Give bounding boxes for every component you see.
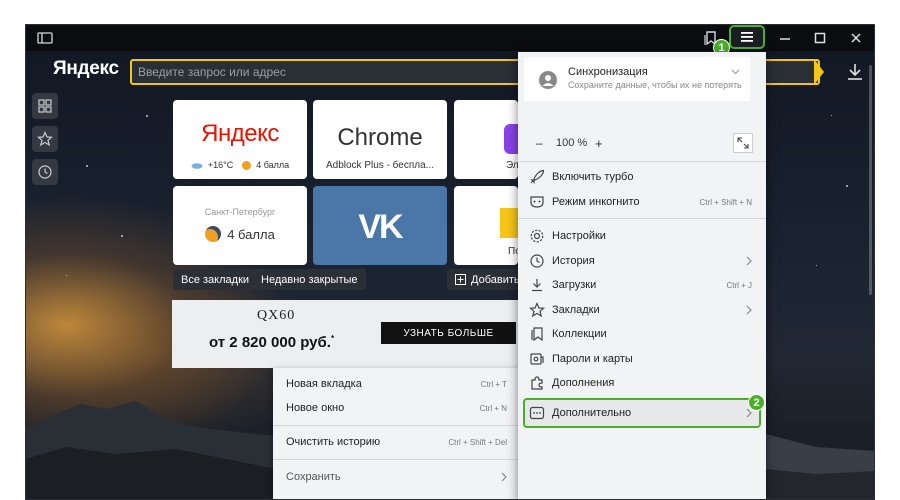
menu-incognito[interactable]: Режим инкогнито Ctrl + Shift + N (518, 190, 766, 214)
sidebar-tiles-button[interactable] (32, 93, 58, 119)
menu-downloads[interactable]: Загрузки Ctrl + J (518, 273, 766, 297)
hamburger-icon (741, 32, 753, 42)
grid-icon (38, 99, 52, 113)
add-tile-label: Добавить (471, 273, 520, 286)
zoom-value: 100 % (556, 137, 588, 149)
key-icon (530, 353, 544, 365)
minimize-button[interactable] (768, 25, 802, 51)
tile-yandex-score: 4 балла (256, 160, 290, 170)
gear-icon (530, 229, 544, 243)
sidebar-history-button[interactable] (32, 159, 58, 185)
tile-chrome-subtitle: Adblock Plus - бесплa... (325, 160, 435, 171)
tile-weather-spb[interactable]: Санкт-Петербург 4 балла (173, 186, 307, 265)
clock-icon (530, 254, 544, 268)
menu-passwords[interactable]: Пароли и карты (518, 347, 766, 371)
chevron-down-icon[interactable] (731, 67, 740, 76)
star-icon (529, 302, 545, 318)
vk-logo: VK (358, 208, 403, 246)
yandex-logo[interactable]: Яндекс (53, 58, 119, 80)
menu-extensions[interactable]: Дополнения (518, 371, 766, 395)
title-bar: 1 (26, 25, 874, 56)
menu-more[interactable]: Дополнительно (518, 401, 766, 425)
menu-history[interactable]: История (518, 249, 766, 273)
ctx-save[interactable]: Сохранить (273, 465, 521, 489)
menu-turbo[interactable]: Включить турбо (518, 165, 766, 189)
clock-icon (38, 165, 52, 179)
add-tile-chip[interactable]: Добавить (447, 269, 528, 290)
fullscreen-button[interactable] (733, 133, 753, 153)
chevron-right-icon (746, 256, 752, 266)
menu-collections[interactable]: Коллекции (518, 322, 766, 346)
mask-icon (530, 196, 544, 208)
traffic-icon (242, 160, 252, 170)
app-logo-icon (504, 124, 518, 154)
avatar-icon (539, 71, 557, 89)
ad-price-mark: * (330, 334, 335, 343)
service-logo-icon (500, 208, 518, 238)
sync-subtitle: Сохраните данные, чтобы их не потерять (568, 80, 742, 90)
plus-box-icon (455, 274, 466, 285)
step-badge-two: 2 (748, 394, 765, 411)
browser-window: 1 Яндекс Яндекс +16°C 4 балла (25, 24, 875, 500)
tile-partial-bottom[interactable]: По (454, 186, 518, 265)
puzzle-icon (531, 376, 543, 390)
sidebar-toggle-icon[interactable] (28, 25, 62, 51)
chevron-right-icon (501, 472, 507, 482)
fullscreen-icon (737, 137, 749, 149)
chevron-right-icon (746, 305, 752, 315)
sidebar-bookmarks-button[interactable] (32, 126, 58, 152)
menu-bookmarks[interactable]: Закладки (518, 298, 766, 322)
scrollbar[interactable] (869, 65, 872, 295)
ad-cta-button[interactable]: УЗНАТЬ БОЛЬШЕ (381, 322, 516, 344)
ad-price: от 2 820 000 руб. (209, 334, 331, 351)
tile-chrome[interactable]: Chrome Adblock Plus - бесплa... (313, 100, 447, 179)
tile-chrome-title: Chrome (337, 124, 423, 151)
tile-yandex-temp: +16°C (207, 160, 234, 170)
ctx-new-tab[interactable]: Новая вкладка Ctrl + T (273, 372, 521, 396)
sync-title: Синхронизация (568, 66, 648, 78)
tile-yandex[interactable]: Яндекс +16°C 4 балла (173, 100, 307, 179)
download-icon (532, 279, 542, 292)
tile-partial-top[interactable]: Эл (454, 100, 518, 179)
collections-icon (531, 327, 543, 342)
cloud-icon (191, 163, 203, 169)
address-arrow-icon (814, 59, 824, 85)
menu-settings[interactable]: Настройки (518, 224, 766, 248)
ctx-clear-history[interactable]: Очистить историю Ctrl + Shift + Del (273, 430, 521, 454)
tile-partial-top-subtitle: Эл (506, 160, 518, 171)
tile-yandex-logo: Яндекс (201, 120, 279, 147)
download-icon[interactable] (844, 61, 866, 83)
ctx-new-window[interactable]: Новое окно Ctrl + N (273, 396, 521, 420)
zoom-out-button[interactable]: – (536, 136, 543, 150)
traffic-level-icon (205, 226, 222, 242)
tile-spb-city: Санкт-Петербург (204, 207, 276, 217)
tile-spb-score: 4 балла (227, 226, 275, 242)
main-menu-button[interactable] (729, 25, 765, 49)
rocket-icon (530, 169, 545, 184)
all-bookmarks-chip[interactable]: Все закладки (173, 269, 258, 290)
tile-partial-bottom-subtitle: По (508, 246, 518, 257)
tile-vk[interactable]: VK (313, 186, 447, 265)
ad-model: QX60 (257, 308, 296, 323)
zoom-row: – 100 % + (518, 131, 766, 155)
star-icon (37, 131, 53, 147)
tab-context-menu: Новая вкладка Ctrl + T Новое окно Ctrl +… (273, 368, 521, 499)
close-button[interactable] (839, 25, 873, 51)
recently-closed-chip[interactable]: Недавно закрытые (253, 269, 366, 290)
more-icon (529, 406, 545, 420)
zoom-in-button[interactable]: + (595, 136, 603, 151)
sync-panel[interactable]: Синхронизация Сохраните данные, чтобы их… (524, 57, 750, 101)
ad-banner[interactable]: QX60 от 2 820 000 руб.* УЗНАТЬ БОЛЬШЕ (172, 300, 518, 368)
maximize-button[interactable] (803, 25, 837, 51)
main-menu: Синхронизация Сохраните данные, чтобы их… (518, 52, 766, 499)
